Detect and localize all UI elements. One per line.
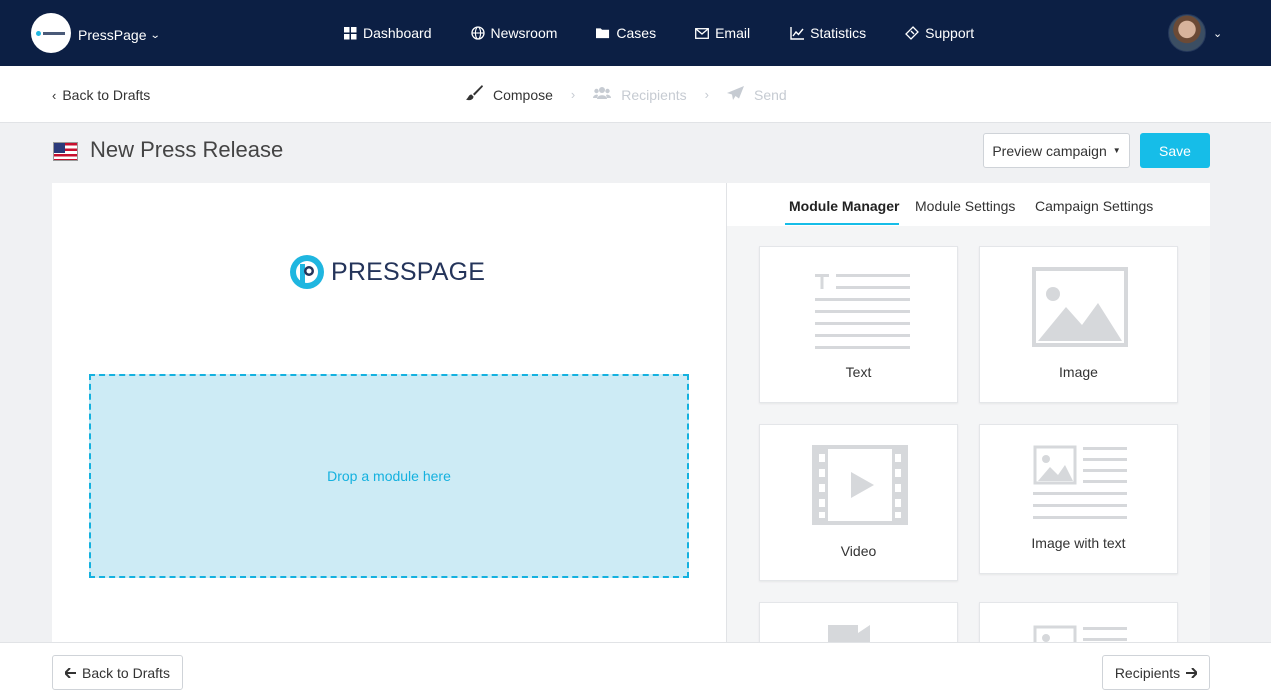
nav-dashboard[interactable]: Dashboard — [343, 25, 432, 41]
nav-support[interactable]: Support — [905, 25, 974, 41]
module-label: Image — [1059, 364, 1098, 380]
caret-down-icon: ▼ — [1112, 146, 1121, 155]
back-link-label: Back to Drafts — [62, 87, 151, 103]
folder-icon — [596, 26, 610, 40]
tab-module-manager[interactable]: Module Manager — [789, 198, 899, 214]
module-label: Image with text — [1031, 535, 1126, 551]
nav-newsroom[interactable]: Newsroom — [470, 25, 558, 41]
nav-cases[interactable]: Cases — [596, 25, 656, 41]
nav-label: Newsroom — [490, 25, 558, 41]
step-label: Compose — [493, 86, 553, 103]
page-title: New Press Release — [90, 137, 284, 162]
video-module-icon — [812, 445, 908, 525]
chevron-right-icon: › — [704, 87, 709, 102]
module-label: Video — [840, 543, 877, 559]
wizard-steps: Compose › Recipients › Send — [465, 85, 787, 104]
presspage-mark-icon — [290, 255, 324, 289]
active-tab-indicator — [785, 223, 899, 225]
nav-statistics[interactable]: Statistics — [790, 25, 866, 41]
arrow-left-icon — [63, 665, 77, 681]
module-dropzone[interactable]: Drop a module here — [89, 374, 689, 578]
wizard-footer: Back to Drafts Recipients — [0, 642, 1271, 699]
module-image[interactable]: Image — [979, 246, 1178, 403]
ticket-icon — [905, 26, 920, 40]
nav-label: Statistics — [810, 25, 867, 41]
nav-label: Support — [925, 25, 975, 41]
footer-next-label: Recipients — [1114, 664, 1181, 681]
brand-logo[interactable] — [31, 13, 71, 53]
chevron-left-icon: ‹ — [52, 87, 57, 103]
module-image-with-text[interactable]: Image with text — [979, 424, 1178, 574]
grid-icon — [343, 26, 357, 40]
paintbrush-icon — [465, 85, 483, 104]
chevron-down-icon: ⌄ — [150, 29, 162, 41]
back-to-drafts-link[interactable]: ‹ Back to Drafts — [52, 87, 150, 103]
image-text-module-icon — [1033, 445, 1127, 519]
preview-label: Preview campaign — [992, 142, 1107, 159]
arrow-right-icon — [1186, 665, 1199, 681]
chevron-right-icon: › — [570, 87, 576, 102]
footer-back-label: Back to Drafts — [82, 664, 170, 681]
line-chart-icon — [790, 26, 805, 40]
preview-campaign-dropdown[interactable]: Preview campaign ▼ — [983, 133, 1130, 168]
globe-icon — [470, 26, 485, 40]
panel-tabs: Module Manager Module Settings Campaign … — [727, 183, 1210, 226]
image-module-icon — [1032, 267, 1128, 347]
step-label: Send — [753, 86, 787, 103]
module-panel: Module Manager Module Settings Campaign … — [727, 183, 1210, 662]
logo-wordmark: PRESSPAGE — [331, 257, 486, 286]
module-text[interactable]: Text — [759, 246, 958, 403]
email-canvas: PRESSPAGE Drop a module here — [52, 183, 727, 643]
chevron-down-icon[interactable]: ⌄ — [1213, 27, 1222, 40]
users-icon — [593, 86, 612, 103]
module-video[interactable]: Video — [759, 424, 958, 581]
brand-name: PressPage — [78, 27, 147, 43]
step-compose[interactable]: Compose — [465, 85, 553, 104]
nav-label: Cases — [616, 25, 657, 41]
envelope-icon — [695, 26, 710, 40]
dropzone-label: Drop a module here — [327, 468, 451, 484]
step-recipients[interactable]: Recipients — [593, 86, 687, 103]
wizard-header: ‹ Back to Drafts Compose › Recipients › … — [0, 66, 1271, 123]
footer-next-button[interactable]: Recipients — [1102, 655, 1210, 690]
paper-plane-icon — [726, 85, 744, 104]
footer-back-button[interactable]: Back to Drafts — [52, 655, 183, 690]
nav-email[interactable]: Email — [695, 25, 750, 41]
save-button[interactable]: Save — [1140, 133, 1210, 168]
us-flag-icon[interactable] — [53, 142, 78, 161]
tab-module-settings[interactable]: Module Settings — [915, 198, 1015, 214]
step-label: Recipients — [621, 86, 687, 103]
main-nav: Dashboard Newsroom Cases Email Statistic… — [343, 25, 974, 41]
text-module-icon — [815, 274, 910, 349]
nav-label: Dashboard — [363, 25, 432, 41]
nav-label: Email — [715, 25, 751, 41]
presspage-logo: PRESSPAGE — [289, 254, 485, 290]
brand-switcher[interactable]: PressPage ⌄ — [78, 27, 162, 43]
avatar[interactable] — [1168, 14, 1206, 52]
module-label: Text — [845, 364, 872, 380]
step-send[interactable]: Send — [726, 85, 787, 104]
top-navbar: PressPage ⌄ Dashboard Newsroom Cases Ema… — [0, 0, 1271, 66]
tab-campaign-settings[interactable]: Campaign Settings — [1035, 198, 1153, 214]
